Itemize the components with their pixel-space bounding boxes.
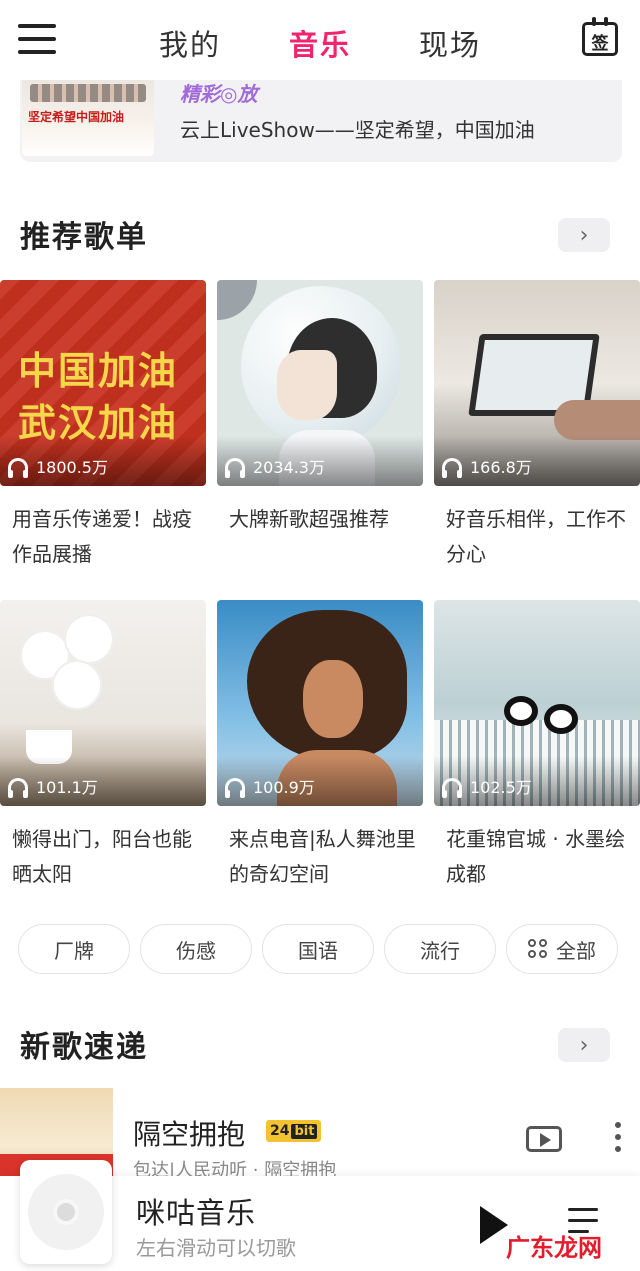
- playlist-card[interactable]: 2034.3万 大牌新歌超强推荐: [217, 280, 423, 537]
- cover-text: 中国加油: [18, 349, 179, 393]
- song-title: 隔空拥抱: [133, 1118, 246, 1151]
- chip-pop[interactable]: 流行: [384, 924, 496, 974]
- badge-number: 24: [270, 1123, 290, 1139]
- play-count: 102.5万: [470, 778, 532, 797]
- chip-mandarin[interactable]: 国语: [262, 924, 374, 974]
- new-songs-more-button[interactable]: ›: [558, 1028, 610, 1062]
- playlist-title: 懒得出门，阳台也能晒太阳: [12, 827, 192, 886]
- chip-all[interactable]: 全部: [506, 924, 618, 974]
- playlist-title: 好音乐相伴，工作不分心: [446, 507, 626, 566]
- chip-label[interactable]: 厂牌: [18, 924, 130, 974]
- chip-sad[interactable]: 伤感: [140, 924, 252, 974]
- cover-text: 武汉加油: [18, 401, 179, 445]
- recommend-more-button[interactable]: ›: [558, 218, 610, 252]
- playlist-cover: 101.1万: [0, 600, 206, 806]
- section-title-recommend: 推荐歌单: [20, 220, 148, 255]
- playlist-title: 来点电音|私人舞池里的奇幻空间: [229, 827, 416, 886]
- headphones-icon: [8, 778, 28, 798]
- playlist-cover: 102.5万: [434, 600, 640, 806]
- sign-in-calendar-icon[interactable]: 签: [582, 17, 618, 56]
- category-chips: 厂牌 伤感 国语 流行 全部: [18, 924, 618, 974]
- banner-text: 云上LiveShow——坚定希望，中国加油: [180, 118, 535, 142]
- headphones-icon: [442, 458, 462, 478]
- badge-bit: bit: [291, 1123, 318, 1139]
- section-title-new-songs: 新歌速递: [20, 1030, 148, 1065]
- play-count: 100.9万: [253, 778, 315, 797]
- play-count: 2034.3万: [253, 458, 325, 477]
- player-subtitle: 左右滑动可以切歌: [136, 1236, 296, 1260]
- top-tabs: 我的 音乐 现场: [0, 22, 640, 64]
- headphones-icon: [442, 778, 462, 798]
- banner-thumb-text: 坚定希望中国加油: [28, 110, 125, 124]
- playlist-cover: 100.9万: [217, 600, 423, 806]
- headphones-icon: [8, 458, 28, 478]
- grid-icon: [528, 939, 548, 959]
- banner-thumbnail: 坚定希望中国加油: [22, 70, 154, 156]
- playlist-title: 大牌新歌超强推荐: [229, 507, 389, 531]
- headphones-icon: [225, 458, 245, 478]
- playlist-cover: 中国加油 武汉加油 1800.5万: [0, 280, 206, 486]
- watermark: 广东龙网: [506, 1234, 602, 1262]
- playlist-title: 用音乐传递爱！战疫作品展播: [12, 507, 192, 566]
- play-count: 1800.5万: [36, 458, 108, 477]
- play-count: 166.8万: [470, 458, 532, 477]
- playlist-card[interactable]: 中国加油 武汉加油 1800.5万 用音乐传递爱！战疫作品展播: [0, 280, 206, 572]
- headphones-icon: [225, 778, 245, 798]
- playlist-card[interactable]: 101.1万 懒得出门，阳台也能晒太阳: [0, 600, 206, 892]
- top-nav: 我的 音乐 现场 签: [0, 0, 640, 80]
- playlist-card[interactable]: 166.8万 好音乐相伴，工作不分心: [434, 280, 640, 572]
- chip-all-label: 全部: [556, 938, 596, 963]
- album-disc-icon[interactable]: [20, 1160, 112, 1264]
- more-options-icon[interactable]: [614, 1122, 622, 1152]
- hi-res-badge: 24 bit: [266, 1120, 322, 1142]
- tab-live[interactable]: 现场: [419, 22, 481, 64]
- play-icon[interactable]: [480, 1206, 508, 1244]
- playlist-cover: 2034.3万: [217, 280, 423, 486]
- tab-music[interactable]: 音乐: [289, 22, 351, 64]
- playlist-card[interactable]: 102.5万 花重锦官城 · 水墨绘成都: [434, 600, 640, 892]
- playlist-card[interactable]: 100.9万 来点电音|私人舞池里的奇幻空间: [217, 600, 423, 892]
- music-badge-icon: [217, 280, 257, 320]
- mv-play-icon[interactable]: [526, 1126, 562, 1152]
- play-count: 101.1万: [36, 778, 98, 797]
- banner-tag: 精彩◎放: [180, 82, 258, 106]
- playlist-title: 花重锦官城 · 水墨绘成都: [446, 827, 626, 886]
- tab-mine[interactable]: 我的: [159, 22, 221, 64]
- playlist-cover: 166.8万: [434, 280, 640, 486]
- player-title: 咪咕音乐: [136, 1196, 257, 1230]
- live-banner[interactable]: 坚定希望中国加油 精彩◎放 云上LiveShow——坚定希望，中国加油: [20, 70, 622, 162]
